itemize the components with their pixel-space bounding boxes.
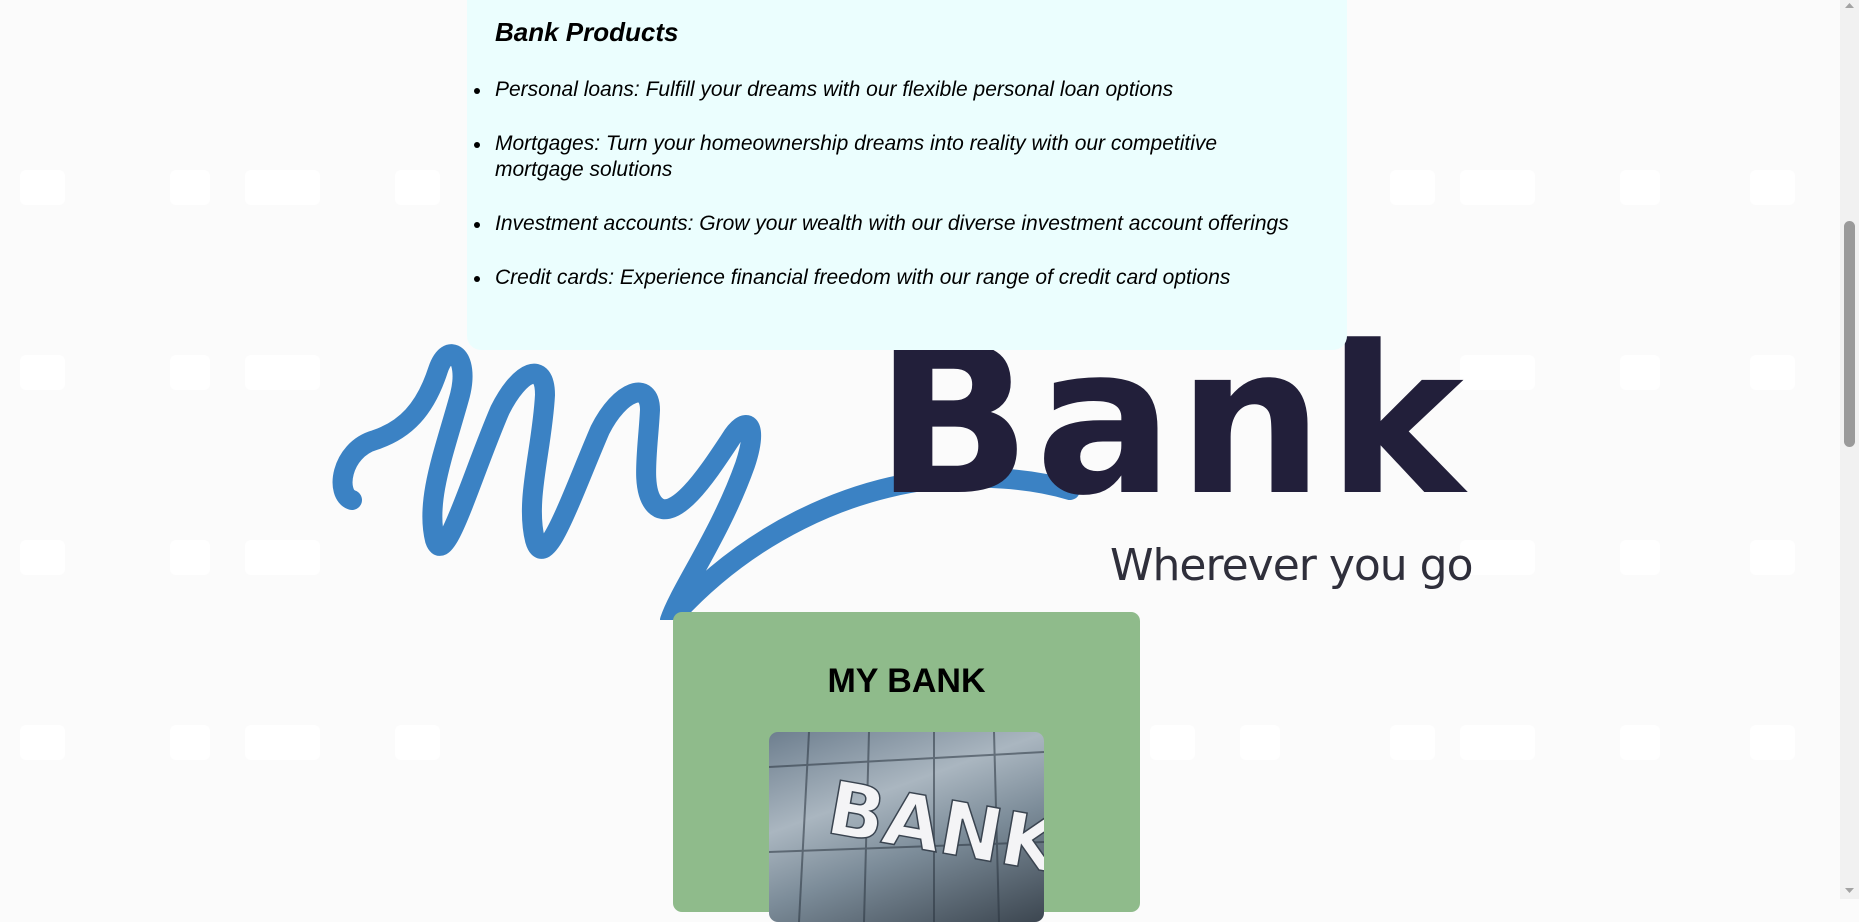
caret-up-icon[interactable] <box>1844 0 1855 10</box>
my-bank-card-title: MY BANK <box>827 662 986 700</box>
bank-building-image: BANK <box>769 732 1044 922</box>
bank-sign-text: BANK <box>821 765 1044 891</box>
vertical-scrollbar[interactable] <box>1840 0 1859 899</box>
product-item-investment-accounts: Investment accounts: Grow your wealth wi… <box>474 211 1319 237</box>
my-bank-card: MY BANK BANK <box>673 612 1140 922</box>
bank-products-list: Personal loans: Fulfill your dreams with… <box>474 77 1319 291</box>
bank-products-title: Bank Products <box>495 17 679 47</box>
caret-down-icon[interactable] <box>1844 886 1855 896</box>
logo-tagline: Wherever you go <box>1110 540 1474 591</box>
logo-bank-wordmark: Bank <box>875 303 1468 541</box>
product-item-mortgages: Mortgages: Turn your homeownership dream… <box>474 131 1319 183</box>
product-item-credit-cards: Credit cards: Experience financial freed… <box>474 265 1319 291</box>
scrollbar-thumb[interactable] <box>1844 221 1855 447</box>
bank-products-card: Bank Products Personal loans: Fulfill yo… <box>467 0 1347 350</box>
product-item-personal-loans: Personal loans: Fulfill your dreams with… <box>474 77 1319 103</box>
